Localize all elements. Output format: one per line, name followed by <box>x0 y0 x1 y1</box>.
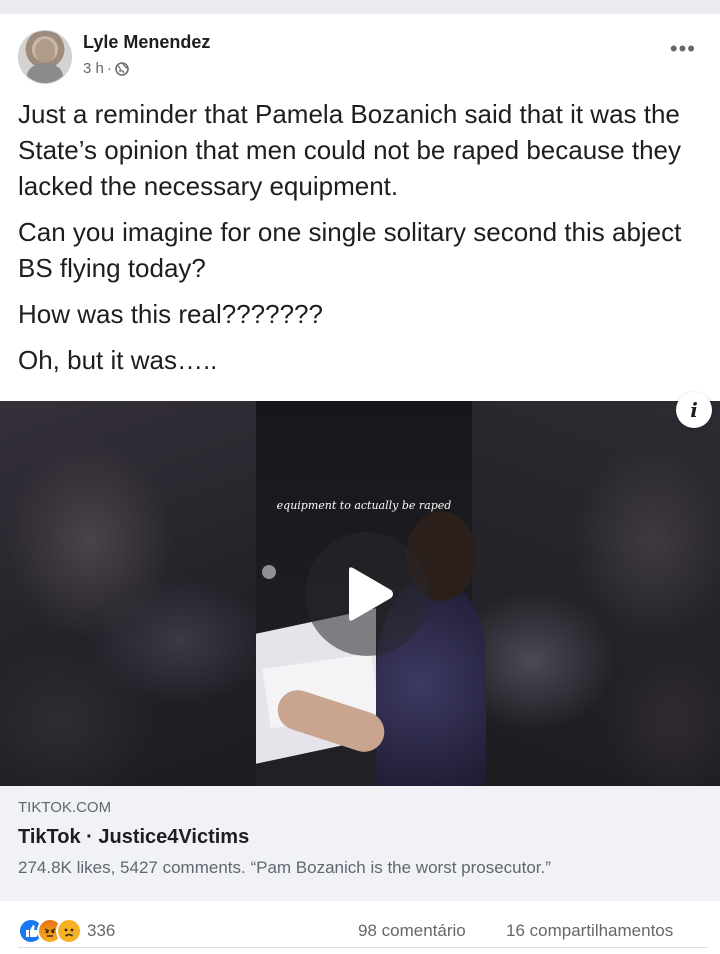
shares-count[interactable]: 16 compartilhamentos <box>506 921 673 941</box>
globe-icon <box>115 61 129 76</box>
more-options-button[interactable]: ••• <box>670 38 696 60</box>
video-blur-right <box>472 401 720 786</box>
reaction-count: 336 <box>87 921 116 940</box>
comments-count[interactable]: 98 comentário <box>358 921 466 941</box>
link-title[interactable]: TikTok · Justice4Victims <box>18 826 249 849</box>
video-player[interactable]: equipment to actually be raped <box>0 401 720 786</box>
video-blur-left <box>0 401 256 786</box>
author-name[interactable]: Lyle Menendez <box>83 32 210 53</box>
avatar[interactable] <box>18 30 72 84</box>
post-card: Lyle Menendez 3 h · ••• Just a reminder … <box>0 14 720 954</box>
post-text: Just a reminder that Pamela Bozanich sai… <box>18 96 708 388</box>
post-footer: 336 98 comentário 16 compartilhamentos <box>0 901 720 951</box>
post-paragraph: Oh, but it was….. <box>18 345 218 375</box>
post-header: Lyle Menendez 3 h · ••• <box>16 30 704 86</box>
footer-divider <box>18 947 708 948</box>
play-button[interactable] <box>305 532 429 656</box>
info-icon[interactable]: i <box>676 392 712 428</box>
avatar-body <box>27 63 63 83</box>
post-paragraph: Just a reminder that Pamela Bozanich sai… <box>18 99 681 201</box>
reactions-summary[interactable]: 336 <box>18 918 115 944</box>
post-time[interactable]: 3 h <box>83 60 104 77</box>
post-paragraph: Can you imagine for one single solitary … <box>18 217 682 283</box>
sad-icon <box>56 918 82 944</box>
video-caption: equipment to actually be raped <box>276 499 452 512</box>
avatar-head <box>35 39 55 63</box>
post-paragraph: How was this real??????? <box>18 299 323 329</box>
post-meta: 3 h · <box>83 60 129 77</box>
link-description: 274.8K likes, 5427 comments. “Pam Bozani… <box>18 858 551 877</box>
link-domain: TIKTOK.COM <box>18 799 112 816</box>
play-icon <box>349 567 393 621</box>
video-microphone <box>262 565 276 579</box>
link-preview[interactable]: TIKTOK.COM TikTok · Justice4Victims 274.… <box>0 786 720 901</box>
meta-separator: · <box>106 60 112 77</box>
